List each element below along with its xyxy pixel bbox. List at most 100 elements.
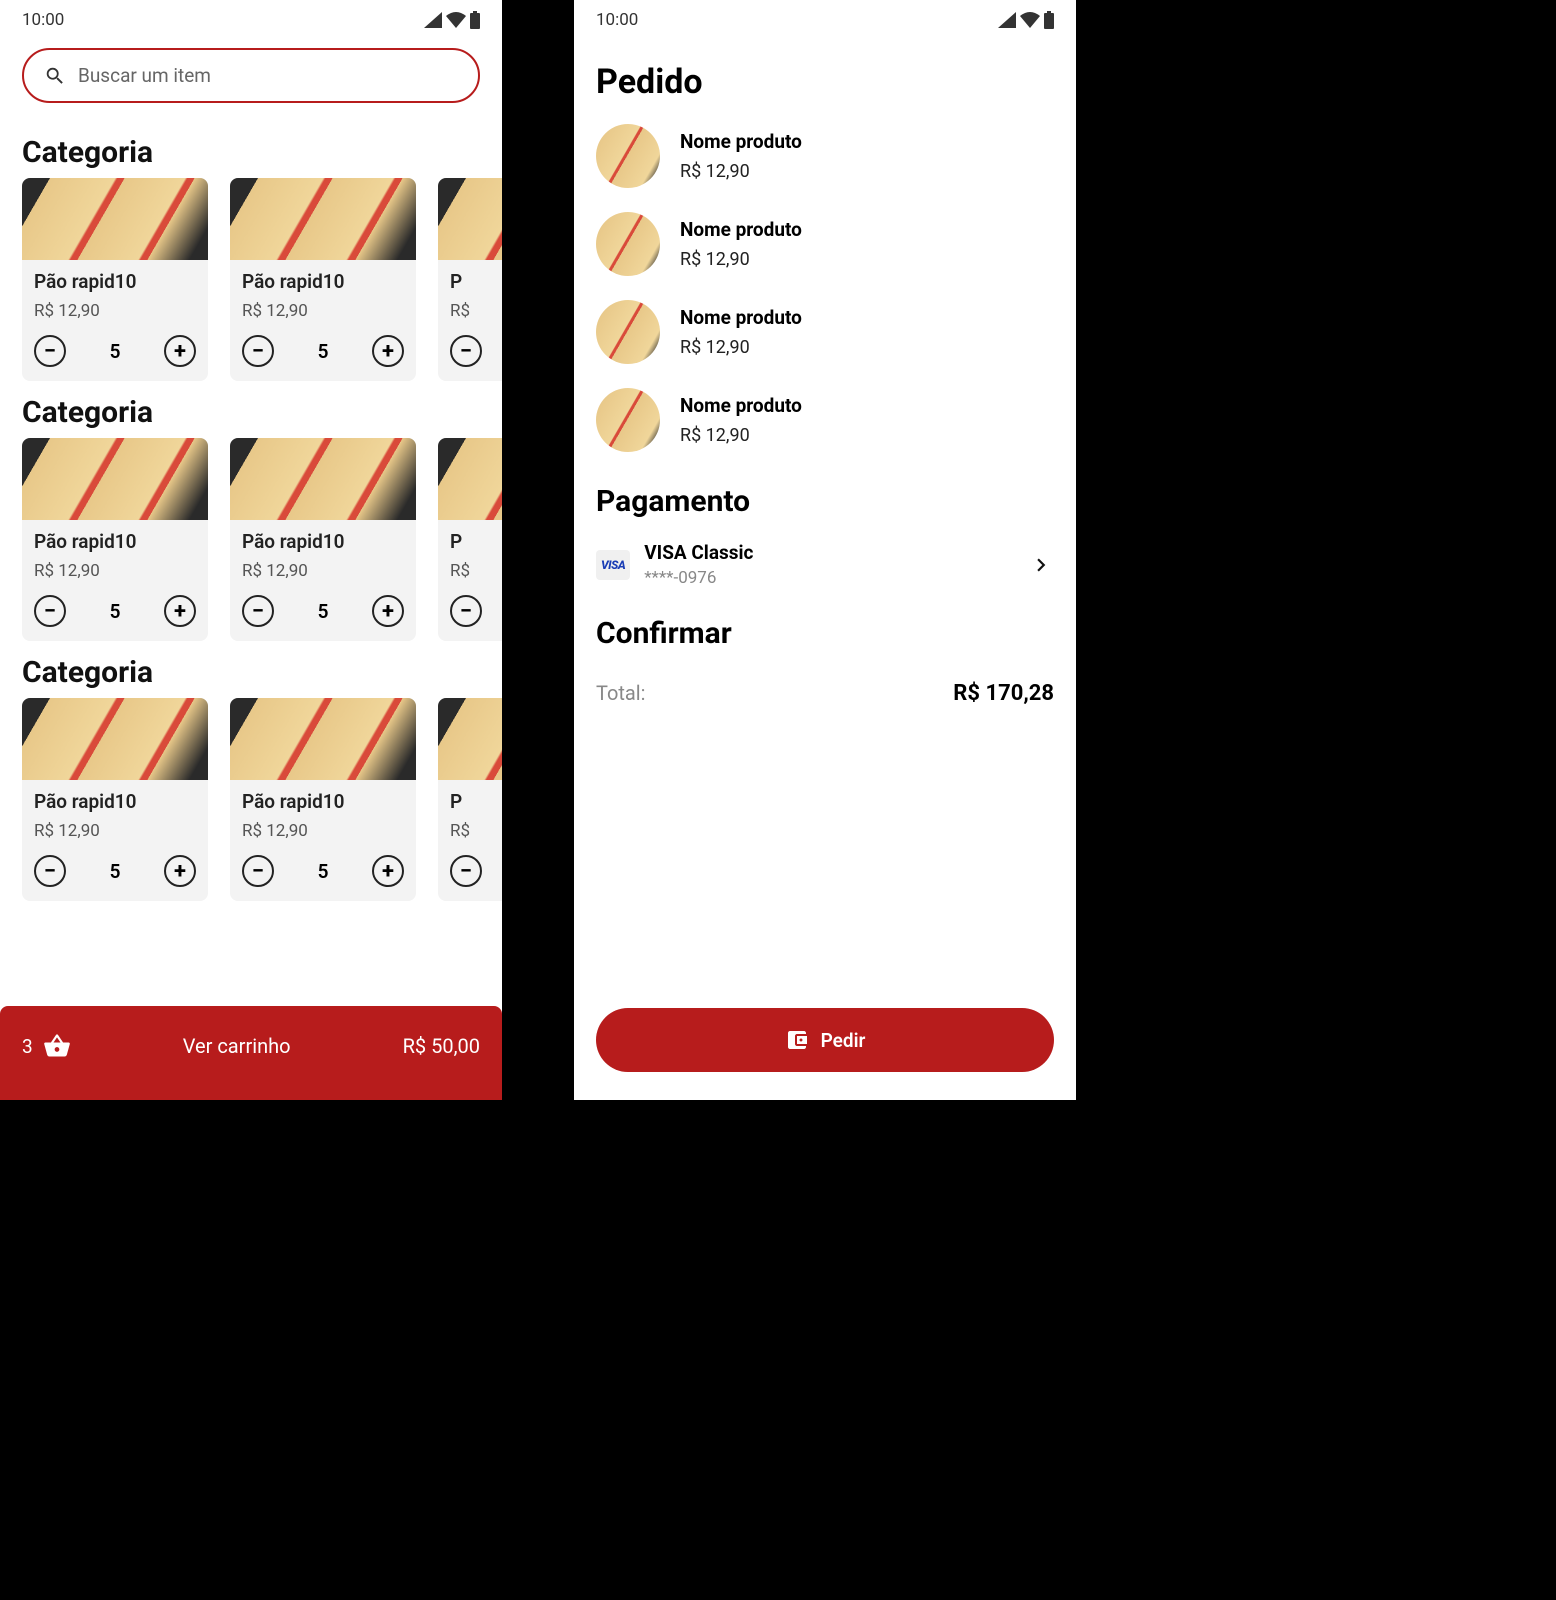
product-name: P xyxy=(450,790,502,813)
product-card[interactable]: Pão rapid10 R$ 12,90 − 5 + xyxy=(230,438,416,641)
product-name: P xyxy=(450,530,502,553)
product-image xyxy=(22,178,208,260)
order-item-name: Nome produto xyxy=(680,218,802,241)
quantity-value: 5 xyxy=(318,600,329,623)
product-price: R$ xyxy=(450,821,502,841)
order-item-image xyxy=(596,388,660,452)
increment-button[interactable]: + xyxy=(372,855,404,887)
product-price: R$ xyxy=(450,561,502,581)
product-name: Pão rapid10 xyxy=(34,790,196,813)
decrement-button[interactable]: − xyxy=(450,855,482,887)
order-item-price: R$ 12,90 xyxy=(680,161,802,182)
order-item: Nome produto R$ 12,90 xyxy=(574,376,1076,464)
order-item: Nome produto R$ 12,90 xyxy=(574,200,1076,288)
category-title: Categoria xyxy=(0,641,502,698)
wifi-icon xyxy=(446,12,466,28)
categories-list: Categoria Pão rapid10 R$ 12,90 − 5 + Pão… xyxy=(0,121,502,901)
cart-total: R$ 50,00 xyxy=(403,1034,480,1058)
decrement-button[interactable]: − xyxy=(242,855,274,887)
category-title: Categoria xyxy=(0,121,502,178)
increment-button[interactable]: + xyxy=(164,595,196,627)
product-image xyxy=(230,438,416,520)
decrement-button[interactable]: − xyxy=(450,595,482,627)
increment-button[interactable]: + xyxy=(372,335,404,367)
product-card[interactable]: P R$ − + xyxy=(438,698,502,901)
quantity-value: 5 xyxy=(318,340,329,363)
category-row[interactable]: Pão rapid10 R$ 12,90 − 5 + Pão rapid10 R… xyxy=(0,178,502,381)
product-card[interactable]: Pão rapid10 R$ 12,90 − 5 + xyxy=(22,698,208,901)
product-card[interactable]: Pão rapid10 R$ 12,90 − 5 + xyxy=(22,438,208,641)
order-button-label: Pedir xyxy=(821,1029,866,1052)
product-name: Pão rapid10 xyxy=(242,270,404,293)
total-value: R$ 170,28 xyxy=(953,681,1054,706)
product-image xyxy=(438,178,502,260)
order-item-price: R$ 12,90 xyxy=(680,249,802,270)
category-row[interactable]: Pão rapid10 R$ 12,90 − 5 + Pão rapid10 R… xyxy=(0,698,502,901)
product-image xyxy=(438,698,502,780)
order-item-price: R$ 12,90 xyxy=(680,337,802,358)
product-card[interactable]: P R$ − + xyxy=(438,178,502,381)
increment-button[interactable]: + xyxy=(164,335,196,367)
menu-screen: 10:00 Categoria Pão rapid10 R$ 12,90 − 5… xyxy=(0,0,502,1100)
product-price: R$ xyxy=(450,301,502,321)
battery-icon xyxy=(1044,11,1054,29)
cart-bar[interactable]: 3 Ver carrinho R$ 50,00 xyxy=(0,1006,502,1100)
product-card[interactable]: Pão rapid10 R$ 12,90 − 5 + xyxy=(230,178,416,381)
order-item-image xyxy=(596,124,660,188)
product-image xyxy=(22,438,208,520)
product-image xyxy=(230,178,416,260)
total-row: Total: R$ 170,28 xyxy=(574,665,1076,722)
visa-badge: VISA xyxy=(596,550,630,580)
order-item: Nome produto R$ 12,90 xyxy=(574,288,1076,376)
decrement-button[interactable]: − xyxy=(242,335,274,367)
increment-button[interactable]: + xyxy=(164,855,196,887)
increment-button[interactable]: + xyxy=(372,595,404,627)
product-name: Pão rapid10 xyxy=(34,270,196,293)
payment-number: ****-0976 xyxy=(644,568,1014,588)
decrement-button[interactable]: − xyxy=(242,595,274,627)
total-label: Total: xyxy=(596,681,646,706)
order-item-image xyxy=(596,212,660,276)
search-input[interactable] xyxy=(78,64,458,87)
status-icons xyxy=(424,11,480,29)
payment-title: Pagamento xyxy=(574,464,1076,533)
order-title: Pedido xyxy=(574,36,1076,112)
product-image xyxy=(22,698,208,780)
basket-icon xyxy=(43,1032,71,1060)
decrement-button[interactable]: − xyxy=(34,595,66,627)
order-button[interactable]: Pedir xyxy=(596,1008,1054,1072)
cart-label: Ver carrinho xyxy=(71,1034,403,1058)
signal-icon xyxy=(424,12,442,28)
cart-count: 3 xyxy=(22,1035,33,1058)
product-name: Pão rapid10 xyxy=(242,790,404,813)
battery-icon xyxy=(470,11,480,29)
quantity-value: 5 xyxy=(110,860,121,883)
product-card[interactable]: P R$ − + xyxy=(438,438,502,641)
signal-icon xyxy=(998,12,1016,28)
product-price: R$ 12,90 xyxy=(34,561,196,581)
status-time: 10:00 xyxy=(596,10,638,30)
payment-name: VISA Classic xyxy=(644,541,1014,564)
product-name: P xyxy=(450,270,502,293)
product-card[interactable]: Pão rapid10 R$ 12,90 − 5 + xyxy=(22,178,208,381)
product-name: Pão rapid10 xyxy=(242,530,404,553)
decrement-button[interactable]: − xyxy=(34,335,66,367)
decrement-button[interactable]: − xyxy=(34,855,66,887)
product-image xyxy=(230,698,416,780)
product-price: R$ 12,90 xyxy=(242,821,404,841)
confirm-title: Confirmar xyxy=(574,596,1076,665)
status-bar: 10:00 xyxy=(574,0,1076,36)
decrement-button[interactable]: − xyxy=(450,335,482,367)
product-card[interactable]: Pão rapid10 R$ 12,90 − 5 + xyxy=(230,698,416,901)
quantity-value: 5 xyxy=(110,600,121,623)
wallet-icon xyxy=(785,1028,809,1052)
payment-method[interactable]: VISA VISA Classic ****-0976 xyxy=(574,533,1076,596)
product-price: R$ 12,90 xyxy=(34,301,196,321)
product-price: R$ 12,90 xyxy=(242,301,404,321)
category-title: Categoria xyxy=(0,381,502,438)
product-name: Pão rapid10 xyxy=(34,530,196,553)
checkout-screen: 10:00 Pedido Nome produto R$ 12,90 Nome … xyxy=(574,0,1076,1100)
search-field[interactable] xyxy=(22,48,480,103)
order-item-name: Nome produto xyxy=(680,130,802,153)
category-row[interactable]: Pão rapid10 R$ 12,90 − 5 + Pão rapid10 R… xyxy=(0,438,502,641)
